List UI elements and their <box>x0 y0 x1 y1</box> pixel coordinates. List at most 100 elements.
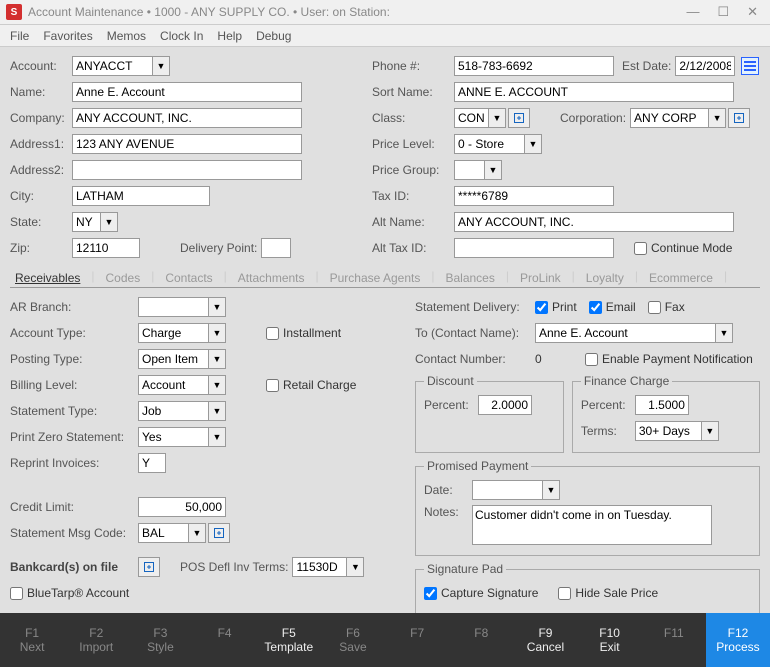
hidesale-check[interactable]: Hide Sale Price <box>558 586 658 600</box>
state-dropdown[interactable]: ▼ <box>100 212 118 232</box>
pricelevel-input[interactable] <box>454 134 524 154</box>
corporation-dropdown[interactable]: ▼ <box>708 108 726 128</box>
fkey-f11[interactable]: F11 <box>642 626 706 655</box>
accounttype-input[interactable] <box>138 323 208 343</box>
class-input[interactable] <box>454 108 488 128</box>
billinglevel-input[interactable] <box>138 375 208 395</box>
capturesig-check[interactable]: Capture Signature <box>424 586 538 600</box>
fkey-f9[interactable]: F9Cancel <box>513 626 577 655</box>
continuemode-check[interactable]: Continue Mode <box>634 241 732 255</box>
billinglevel-dropdown[interactable]: ▼ <box>208 375 226 395</box>
arbranch-dropdown[interactable]: ▼ <box>208 297 226 317</box>
menu-favorites[interactable]: Favorites <box>43 29 92 43</box>
zip-input[interactable] <box>72 238 140 258</box>
tab-receivables[interactable]: Receivables <box>14 269 81 287</box>
fkey-f12[interactable]: F12Process <box>706 613 770 667</box>
postingtype-input[interactable] <box>138 349 208 369</box>
tab-purchaseagents[interactable]: Purchase Agents <box>329 269 422 287</box>
accounttype-dropdown[interactable]: ▼ <box>208 323 226 343</box>
deliverypoint-input[interactable] <box>261 238 291 258</box>
email-check[interactable]: Email <box>589 300 636 314</box>
email-checkbox[interactable] <box>589 301 602 314</box>
bluetarp-checkbox[interactable] <box>10 587 23 600</box>
fax-check[interactable]: Fax <box>648 300 685 314</box>
bankcards-button[interactable] <box>138 557 160 577</box>
promised-date-input[interactable] <box>472 480 542 500</box>
tab-prolink[interactable]: ProLink <box>519 269 562 287</box>
print-check[interactable]: Print <box>535 300 577 314</box>
tocontact-dropdown[interactable]: ▼ <box>715 323 733 343</box>
maximize-button[interactable]: ☐ <box>717 4 729 20</box>
menu-icon[interactable] <box>741 57 759 75</box>
menu-debug[interactable]: Debug <box>256 29 291 43</box>
tab-balances[interactable]: Balances <box>444 269 495 287</box>
fkey-f1[interactable]: F1Next <box>0 626 64 655</box>
reprint-input[interactable] <box>138 453 166 473</box>
finance-terms-input[interactable] <box>635 421 701 441</box>
tab-loyalty[interactable]: Loyalty <box>585 269 625 287</box>
fax-checkbox[interactable] <box>648 301 661 314</box>
menu-help[interactable]: Help <box>217 29 242 43</box>
stmtmsgcode-lookup-button[interactable] <box>208 523 230 543</box>
alttaxid-input[interactable] <box>454 238 614 258</box>
minimize-button[interactable]: — <box>686 4 699 20</box>
menu-clockin[interactable]: Clock In <box>160 29 203 43</box>
class-lookup-button[interactable] <box>508 108 530 128</box>
menu-file[interactable]: File <box>10 29 29 43</box>
fkey-f6[interactable]: F6Save <box>321 626 385 655</box>
printzero-dropdown[interactable]: ▼ <box>208 427 226 447</box>
fkey-f10[interactable]: F10Exit <box>578 626 642 655</box>
hidesale-checkbox[interactable] <box>558 587 571 600</box>
name-input[interactable] <box>72 82 302 102</box>
posdefl-input[interactable] <box>292 557 346 577</box>
stmtmsgcode-input[interactable] <box>138 523 188 543</box>
fkey-f7[interactable]: F7 <box>385 626 449 655</box>
account-dropdown[interactable]: ▼ <box>152 56 170 76</box>
state-input[interactable] <box>72 212 100 232</box>
capturesig-checkbox[interactable] <box>424 587 437 600</box>
phone-input[interactable] <box>454 56 614 76</box>
tocontact-input[interactable] <box>535 323 715 343</box>
posdefl-dropdown[interactable]: ▼ <box>346 557 364 577</box>
installment-checkbox[interactable] <box>266 327 279 340</box>
account-input[interactable] <box>72 56 152 76</box>
address2-input[interactable] <box>72 160 302 180</box>
statementtype-input[interactable] <box>138 401 208 421</box>
pricegroup-dropdown[interactable]: ▼ <box>484 160 502 180</box>
discount-percent-input[interactable] <box>478 395 532 415</box>
tab-attachments[interactable]: Attachments <box>237 269 306 287</box>
installment-check[interactable]: Installment <box>266 326 341 340</box>
tab-contacts[interactable]: Contacts <box>164 269 213 287</box>
retailcharge-check[interactable]: Retail Charge <box>266 378 356 392</box>
fkey-f5[interactable]: F5Template <box>257 626 321 655</box>
finance-terms-dropdown[interactable]: ▼ <box>701 421 719 441</box>
estdate-input[interactable] <box>675 56 735 76</box>
taxid-input[interactable] <box>454 186 614 206</box>
fkey-f3[interactable]: F3Style <box>128 626 192 655</box>
arbranch-input[interactable] <box>138 297 208 317</box>
postingtype-dropdown[interactable]: ▼ <box>208 349 226 369</box>
retailcharge-checkbox[interactable] <box>266 379 279 392</box>
close-button[interactable]: ✕ <box>747 4 758 20</box>
fkey-f8[interactable]: F8 <box>449 626 513 655</box>
menu-memos[interactable]: Memos <box>107 29 146 43</box>
fkey-f4[interactable]: F4 <box>193 626 257 655</box>
company-input[interactable] <box>72 108 302 128</box>
print-checkbox[interactable] <box>535 301 548 314</box>
corporation-input[interactable] <box>630 108 708 128</box>
bluetarp-check[interactable]: BlueTarp® Account <box>10 586 129 600</box>
pricegroup-input[interactable] <box>454 160 484 180</box>
stmtmsgcode-dropdown[interactable]: ▼ <box>188 523 206 543</box>
finance-percent-input[interactable] <box>635 395 689 415</box>
enablepaynotif-checkbox[interactable] <box>585 353 598 366</box>
pricelevel-dropdown[interactable]: ▼ <box>524 134 542 154</box>
fkey-f2[interactable]: F2Import <box>64 626 128 655</box>
enablepaynotif-check[interactable]: Enable Payment Notification <box>585 352 753 366</box>
class-dropdown[interactable]: ▼ <box>488 108 506 128</box>
promised-date-dropdown[interactable]: ▼ <box>542 480 560 500</box>
corporation-lookup-button[interactable] <box>728 108 750 128</box>
promised-notes-input[interactable]: Customer didn't come in on Tuesday. <box>472 505 712 545</box>
address1-input[interactable] <box>72 134 302 154</box>
city-input[interactable] <box>72 186 210 206</box>
tab-codes[interactable]: Codes <box>105 269 142 287</box>
